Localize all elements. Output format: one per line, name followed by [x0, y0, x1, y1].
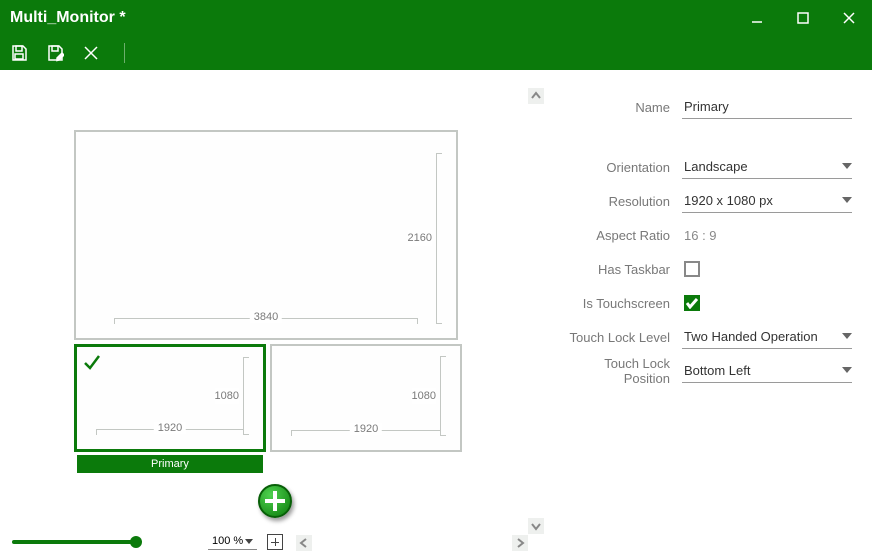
chevron-down-icon — [842, 193, 852, 208]
resolution-dropdown[interactable]: 1920 x 1080 px — [682, 189, 852, 213]
aspect-ratio-label: Aspect Ratio — [560, 228, 682, 243]
name-field[interactable]: Primary — [682, 95, 852, 119]
window-title: Multi_Monitor * — [10, 9, 734, 27]
chevron-down-icon — [245, 537, 253, 545]
zoom-controls: 100 % — [12, 533, 540, 550]
chevron-down-icon — [842, 329, 852, 344]
save-icon[interactable] — [10, 44, 28, 62]
discard-icon[interactable] — [82, 44, 100, 62]
is-touchscreen-checkbox[interactable] — [684, 295, 700, 311]
chevron-down-icon — [842, 159, 852, 174]
scroll-down-button[interactable] — [528, 518, 544, 534]
width-marker: 1920 — [291, 430, 441, 436]
fit-to-screen-button[interactable] — [267, 534, 283, 550]
is-touchscreen-label: Is Touchscreen — [560, 296, 682, 311]
monitor-tile-4k[interactable]: 2160 3840 — [74, 130, 458, 340]
touch-lock-level-label: Touch Lock Level — [560, 330, 682, 345]
name-label: Name — [560, 100, 682, 115]
height-marker: 1080 — [243, 357, 249, 435]
zoom-thumb[interactable] — [130, 536, 142, 548]
height-marker: 1080 — [440, 356, 446, 436]
height-marker: 2160 — [436, 153, 442, 324]
toolbar-separator — [124, 43, 125, 63]
orientation-dropdown[interactable]: Landscape — [682, 155, 852, 179]
has-taskbar-checkbox[interactable] — [684, 261, 700, 277]
touch-lock-level-dropdown[interactable]: Two Handed Operation — [682, 325, 852, 349]
aspect-ratio-value: 16 : 9 — [682, 224, 852, 247]
zoom-slider[interactable] — [12, 540, 138, 544]
width-marker: 3840 — [114, 318, 418, 324]
properties-panel: Name Primary Orientation Landscape Resol… — [552, 70, 872, 556]
scroll-up-button[interactable] — [528, 88, 544, 104]
save-as-icon[interactable] — [46, 44, 64, 62]
touch-lock-position-label: Touch Lock Position — [560, 356, 682, 386]
zoom-value-text: 100 % — [212, 535, 243, 547]
check-icon — [83, 353, 101, 371]
touch-lock-position-dropdown[interactable]: Bottom Left — [682, 359, 852, 383]
close-button[interactable] — [826, 0, 872, 36]
add-monitor-button[interactable] — [258, 484, 292, 518]
orientation-label: Orientation — [560, 160, 682, 175]
maximize-button[interactable] — [780, 0, 826, 36]
has-taskbar-label: Has Taskbar — [560, 262, 682, 277]
toolbar — [0, 36, 872, 70]
monitor-tile-primary[interactable]: 1080 1920 — [74, 344, 266, 452]
minimize-button[interactable] — [734, 0, 780, 36]
monitor-canvas[interactable]: 2160 3840 1080 1920 Primary 1080 1920 — [0, 70, 552, 556]
title-bar: Multi_Monitor * — [0, 0, 872, 70]
chevron-down-icon — [842, 363, 852, 378]
primary-badge: Primary — [77, 455, 263, 473]
resolution-label: Resolution — [560, 194, 682, 209]
monitor-tile-secondary[interactable]: 1080 1920 — [270, 344, 462, 452]
zoom-value-dropdown[interactable]: 100 % — [208, 533, 257, 550]
width-marker: 1920 — [96, 429, 245, 435]
